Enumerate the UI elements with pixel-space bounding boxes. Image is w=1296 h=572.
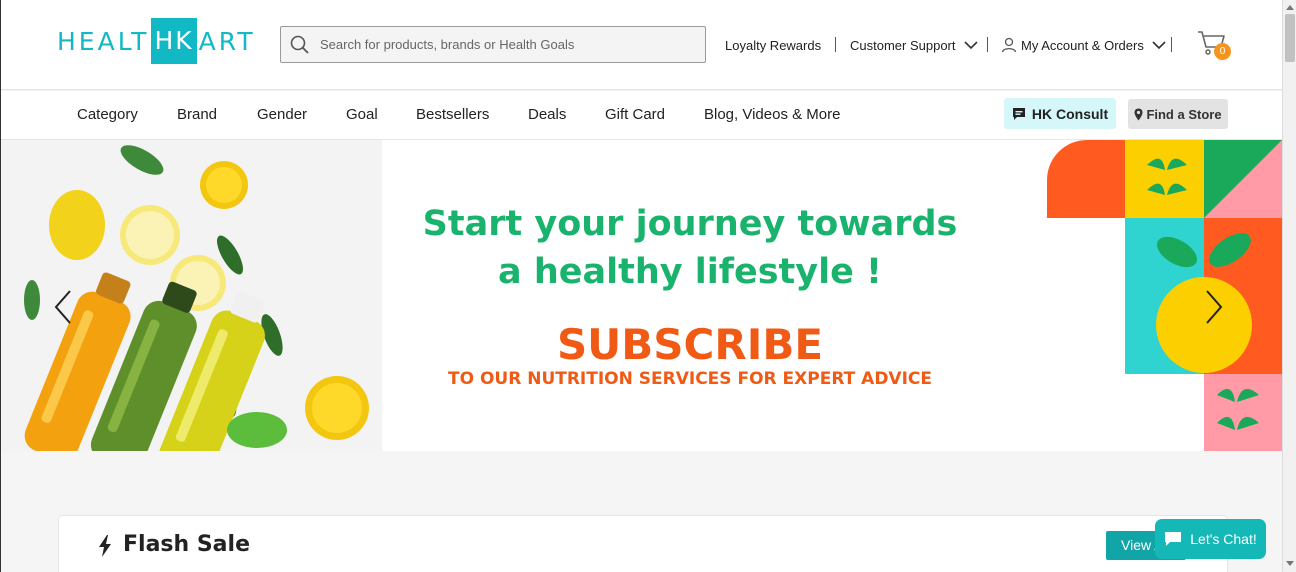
- hk-consult-label: HK Consult: [1031, 105, 1109, 122]
- geometric-fruit-pattern: [1047, 140, 1282, 451]
- hero-banner[interactable]: Start your journey towards a healthy lif…: [2, 140, 1282, 451]
- chat-bubble-icon: [1012, 107, 1025, 120]
- scroll-up-arrow[interactable]: [1286, 5, 1294, 10]
- nav-item-blog[interactable]: Blog, Videos & More: [704, 106, 840, 123]
- header-divider: [1171, 37, 1172, 52]
- chevron-down-icon: [963, 40, 978, 49]
- header-divider: [835, 37, 836, 52]
- nav-item-brand[interactable]: Brand: [177, 106, 217, 123]
- search-bar[interactable]: [280, 26, 706, 63]
- chat-icon: [1165, 532, 1182, 546]
- flash-sale-title: Flash Sale: [123, 532, 250, 557]
- banner-cta-subtext: TO OUR NUTRITION SERVICES FOR EXPERT ADV…: [447, 369, 933, 389]
- cart-count-badge: 0: [1214, 43, 1231, 60]
- chevron-right-icon: [1206, 290, 1223, 324]
- user-icon: [1001, 37, 1017, 53]
- nav-item-gender[interactable]: Gender: [257, 106, 307, 123]
- find-store-label: Find a Store: [1146, 106, 1222, 122]
- logo-text-box: HK: [151, 18, 197, 64]
- banner-subscribe-cta: SUBSCRIBE: [556, 320, 824, 369]
- site-header: HEALTHKART Loyalty Rewards Customer Supp…: [1, 0, 1282, 90]
- lets-chat-label: Let's Chat!: [1190, 531, 1257, 547]
- loyalty-rewards-label: Loyalty Rewards: [725, 37, 822, 53]
- carousel-next-button[interactable]: [1205, 290, 1223, 329]
- logo-text-pre: HEALT: [57, 26, 150, 56]
- nav-item-deals[interactable]: Deals: [528, 106, 566, 123]
- search-icon: [290, 35, 309, 54]
- map-pin-icon: [1134, 108, 1143, 120]
- scrollbar-thumb[interactable]: [1285, 14, 1295, 62]
- page-scrollbar[interactable]: [1282, 0, 1296, 572]
- header-divider: [987, 37, 988, 52]
- nav-item-category[interactable]: Category: [77, 106, 138, 123]
- chevron-down-icon: [1152, 40, 1166, 49]
- search-input[interactable]: [320, 37, 680, 52]
- account-orders-label: My Account & Orders: [1021, 37, 1144, 53]
- scroll-down-arrow[interactable]: [1286, 561, 1294, 566]
- customer-support-label: Customer Support: [850, 37, 956, 53]
- carousel-prev-button[interactable]: [54, 290, 72, 329]
- healthkart-logo[interactable]: HEALT HK ART: [57, 18, 256, 64]
- loyalty-rewards-link[interactable]: Loyalty Rewards: [725, 36, 821, 54]
- banner-headline-line2: a healthy lifestyle !: [498, 252, 882, 292]
- chevron-left-icon: [54, 290, 71, 324]
- customer-support-menu[interactable]: Customer Support: [850, 36, 978, 54]
- lightning-icon: [99, 535, 111, 557]
- account-orders-menu[interactable]: My Account & Orders: [1001, 36, 1166, 54]
- lets-chat-button[interactable]: Let's Chat!: [1155, 519, 1266, 559]
- banner-headline-line1: Start your journey towards: [422, 204, 958, 244]
- hk-consult-button[interactable]: HK Consult: [1004, 98, 1116, 129]
- nav-item-bestsellers[interactable]: Bestsellers: [416, 106, 489, 123]
- flash-sale-section: Flash Sale View All: [58, 515, 1228, 572]
- page: HEALTHKART Loyalty Rewards Customer Supp…: [0, 0, 1282, 572]
- find-store-button[interactable]: Find a Store: [1128, 99, 1228, 129]
- logo-text-post: ART: [198, 26, 256, 56]
- nav-item-goal[interactable]: Goal: [346, 106, 378, 123]
- nav-item-gift-card[interactable]: Gift Card: [605, 106, 665, 123]
